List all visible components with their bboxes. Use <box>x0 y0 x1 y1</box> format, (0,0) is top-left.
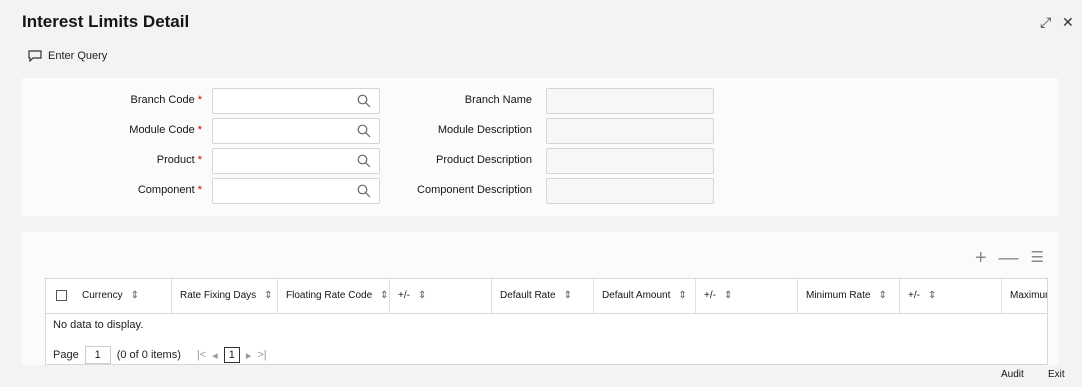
product-description-field <box>546 148 714 174</box>
sort-icon[interactable]: ⇕ <box>418 290 426 301</box>
select-all-checkbox[interactable] <box>56 290 67 301</box>
exit-button[interactable]: Exit <box>1048 369 1065 380</box>
pagination: Page 1 (0 of 0 items) |< ◂ 1 ▸ >| <box>53 346 267 364</box>
branch-name-label: Branch Name <box>464 94 532 106</box>
empty-message: No data to display. <box>53 319 144 331</box>
module-description-field <box>546 118 714 144</box>
branch-code-input[interactable] <box>213 89 355 111</box>
product-field[interactable] <box>212 148 380 174</box>
last-page-button[interactable]: >| <box>257 349 266 361</box>
column-header-floating-rate-code[interactable]: Floating Rate Code ⇕ <box>278 279 390 313</box>
component-field[interactable] <box>212 178 380 204</box>
limits-grid-panel: + — ☰ Currency ⇕ Rate Fixing Days ⇕ Floati… <box>22 232 1058 365</box>
sort-icon[interactable]: ⇕ <box>564 290 572 301</box>
module-code-input[interactable] <box>213 119 355 141</box>
sort-icon[interactable]: ⇕ <box>878 290 886 301</box>
page-number-input[interactable]: 1 <box>84 346 111 364</box>
select-all-cell <box>46 279 74 313</box>
sort-icon[interactable]: ⇕ <box>264 290 272 301</box>
remove-row-icon[interactable]: — <box>999 248 1019 268</box>
column-header-minimum-rate[interactable]: Minimum Rate ⇕ <box>798 279 900 313</box>
limits-table: Currency ⇕ Rate Fixing Days ⇕ Floating Rat… <box>45 278 1048 365</box>
column-header-currency[interactable]: Currency ⇕ <box>74 279 172 313</box>
sort-icon[interactable]: ⇕ <box>928 290 936 301</box>
table-header: Currency ⇕ Rate Fixing Days ⇕ Floating Rat… <box>46 279 1047 314</box>
search-icon[interactable] <box>357 124 371 138</box>
search-icon[interactable] <box>357 184 371 198</box>
footer-bar: Audit Exit <box>0 367 1082 387</box>
product-label: Product * <box>156 154 202 166</box>
first-page-button[interactable]: |< <box>197 349 206 361</box>
close-icon[interactable]: ✕ <box>1062 14 1074 31</box>
add-row-icon[interactable]: + <box>975 248 987 268</box>
branch-name-field <box>546 88 714 114</box>
next-page-button[interactable]: ▸ <box>246 349 252 362</box>
column-header-rate-fixing-days[interactable]: Rate Fixing Days ⇕ <box>172 279 278 313</box>
sort-icon[interactable]: ⇕ <box>380 290 388 301</box>
previous-page-button[interactable]: ◂ <box>212 349 218 362</box>
search-icon[interactable] <box>357 94 371 108</box>
column-header-maximum[interactable]: Maximum <box>1002 279 1047 313</box>
query-form: Branch Code * Module Code * Product * Compo… <box>22 78 1058 216</box>
module-code-field[interactable] <box>212 118 380 144</box>
branch-code-label: Branch Code * <box>130 94 203 106</box>
product-input[interactable] <box>213 149 355 171</box>
column-header-default-amount[interactable]: Default Amount ⇕ <box>594 279 696 313</box>
column-header-spread-1[interactable]: +/- ⇕ <box>390 279 492 313</box>
page-title: Interest Limits Detail <box>22 12 190 31</box>
expand-icon[interactable]: ⤢ <box>1040 14 1051 31</box>
search-icon[interactable] <box>357 154 371 168</box>
module-description-label: Module Description <box>437 124 532 136</box>
component-description-label: Component Description <box>417 184 532 196</box>
component-description-field <box>546 178 714 204</box>
audit-button[interactable]: Audit <box>1001 369 1024 380</box>
page-label: Page <box>53 349 79 361</box>
comment-icon <box>28 50 42 62</box>
enter-query-label: Enter Query <box>48 50 108 62</box>
product-description-label: Product Description <box>436 154 532 166</box>
column-list-icon[interactable]: ☰ <box>1031 248 1044 268</box>
component-input[interactable] <box>213 179 355 201</box>
grid-actions: + — ☰ <box>975 248 1044 268</box>
current-page-button[interactable]: 1 <box>223 347 240 363</box>
column-header-spread-3[interactable]: +/- ⇕ <box>900 279 1002 313</box>
column-header-default-rate[interactable]: Default Rate ⇕ <box>492 279 594 313</box>
module-code-label: Module Code * <box>129 124 202 136</box>
enter-query-button[interactable]: Enter Query <box>28 50 107 62</box>
component-label: Component * <box>137 184 202 196</box>
items-count: (0 of 0 items) <box>116 349 181 361</box>
sort-icon[interactable]: ⇕ <box>724 290 732 301</box>
branch-code-field[interactable] <box>212 88 380 114</box>
title-bar: Interest Limits Detail ⤢ ✕ <box>0 0 1082 46</box>
sort-icon[interactable]: ⇕ <box>678 290 686 301</box>
sort-icon[interactable]: ⇕ <box>131 290 139 301</box>
column-header-spread-2[interactable]: +/- ⇕ <box>696 279 798 313</box>
